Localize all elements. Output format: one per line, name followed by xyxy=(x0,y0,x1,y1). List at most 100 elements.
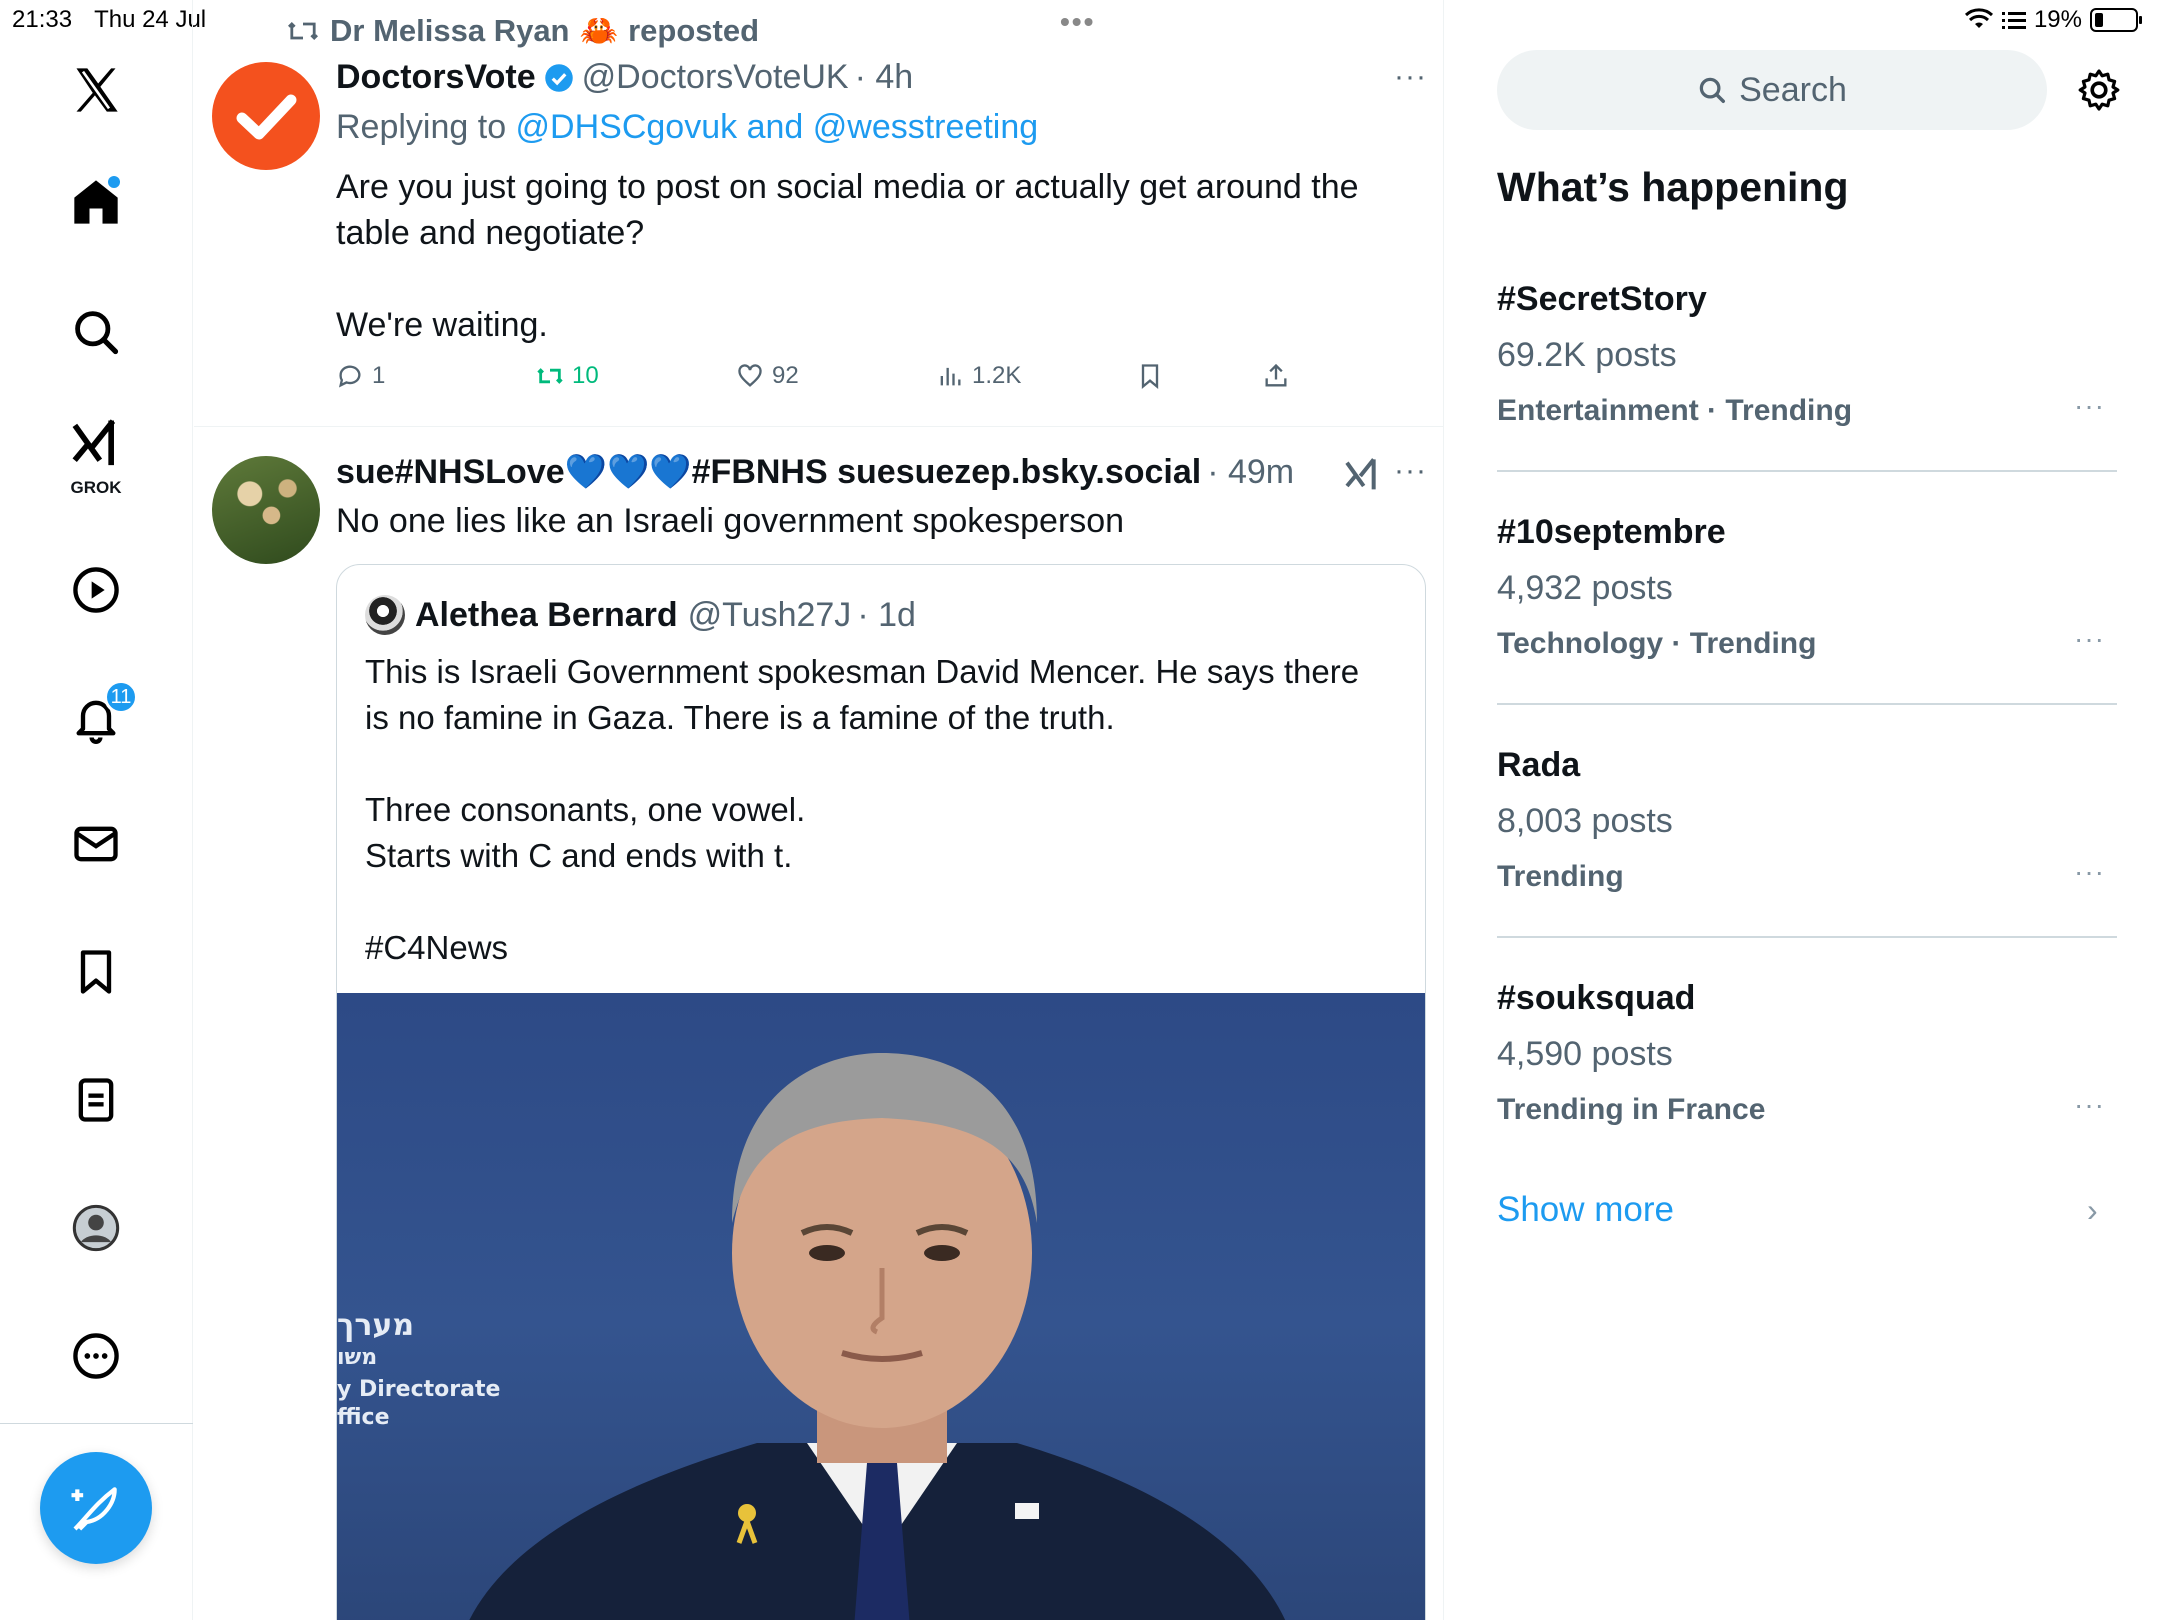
spokesman-photo xyxy=(469,1053,1286,1620)
explore-search-icon[interactable] xyxy=(60,296,132,368)
repost-action-icon xyxy=(537,368,563,384)
tweet1-author-name[interactable]: DoctorsVote xyxy=(336,58,536,97)
trend-divider xyxy=(1497,936,2117,938)
verified-badge-icon xyxy=(544,63,573,92)
settings-gear-icon[interactable] xyxy=(2075,66,2123,114)
trend-item[interactable]: #souksquad 4,590 posts Trending in Franc… xyxy=(1497,979,2117,1159)
replying-to-line: Replying to @DHSCgovuk and @wesstreeting xyxy=(336,108,1038,147)
home-icon[interactable] xyxy=(60,166,132,238)
trend-more-button[interactable]: ··· xyxy=(2074,390,2105,422)
trend-item[interactable]: Rada 8,003 posts Trending ··· xyxy=(1497,746,2117,940)
home-unread-dot xyxy=(108,176,120,188)
bookmark-button[interactable] xyxy=(1136,362,1164,390)
x-logo-icon[interactable] xyxy=(60,54,132,126)
backdrop-line-2: משו xyxy=(337,1345,378,1370)
like-button[interactable]: 92 xyxy=(736,362,799,390)
quote-handle[interactable]: @Tush27J xyxy=(688,596,852,635)
quote-time[interactable]: · 1d xyxy=(857,596,916,635)
crab-emoji: 🦀 xyxy=(579,13,619,48)
repost-count: 10 xyxy=(572,362,599,389)
trend-count: 4,932 posts xyxy=(1497,569,1673,607)
tweet1-actions: 1 10 92 1.2K xyxy=(336,362,1287,402)
repost-context[interactable]: Dr Melissa Ryan 🦀 reposted xyxy=(286,12,759,49)
quote-text: This is Israeli Government spokesman Dav… xyxy=(365,653,1360,966)
quote-author-name[interactable]: Alethea Bernard xyxy=(415,596,678,635)
reply-count: 1 xyxy=(372,362,386,389)
right-sidebar: Search What’s happening #SecretStory 69.… xyxy=(1445,0,2160,1620)
tweet2-time[interactable]: · 49m xyxy=(1207,453,1294,492)
trend-more-button[interactable]: ··· xyxy=(2074,856,2105,888)
quote-media-image[interactable]: מערך משו y Directorate ffice xyxy=(337,993,1425,1620)
tweet1-time[interactable]: · 4h xyxy=(855,58,914,97)
tweet1-more-button[interactable]: ··· xyxy=(1394,60,1427,94)
trend-category: Trending in France xyxy=(1497,1093,1766,1126)
tweet2-author-name[interactable]: sue#NHSLove💙💙💙#FBNHS suesuezep.bsky.soci… xyxy=(336,452,1201,492)
show-more-link[interactable]: Show more xyxy=(1497,1190,1674,1230)
tweet1-header: DoctorsVote @DoctorsVoteUK · 4h xyxy=(336,58,913,97)
quoted-tweet[interactable]: Alethea Bernard @Tush27J · 1d This is Is… xyxy=(336,564,1426,1620)
backdrop-line-1: מערך xyxy=(337,1308,415,1343)
search-placeholder: Search xyxy=(1739,70,1847,109)
trend-item[interactable]: #SecretStory 69.2K posts Entertainment ·… xyxy=(1497,280,2117,474)
trend-title: #10septembre xyxy=(1497,513,1726,551)
tweet1-handle[interactable]: @DoctorsVoteUK xyxy=(582,58,849,97)
trend-divider xyxy=(1497,470,2117,472)
bookmarks-icon[interactable] xyxy=(60,936,132,1008)
share-button[interactable] xyxy=(1262,362,1290,390)
backdrop-line-3: y Directorate xyxy=(337,1377,501,1402)
grok-label: GROK xyxy=(70,478,122,497)
video-play-icon[interactable] xyxy=(60,554,132,626)
backdrop-line-4: ffice xyxy=(337,1405,390,1430)
quote-header: Alethea Bernard @Tush27J · 1d xyxy=(365,595,916,635)
views-button[interactable]: 1.2K xyxy=(936,362,1021,390)
timeline: Dr Melissa Ryan 🦀 reposted DoctorsVote @… xyxy=(194,0,1444,1620)
repost-button[interactable]: 10 xyxy=(536,362,599,390)
search-icon xyxy=(1699,77,1726,103)
repost-icon xyxy=(288,21,318,40)
trend-title: #SecretStory xyxy=(1497,280,1707,318)
compose-feather-icon xyxy=(71,1487,117,1531)
trend-category: Trending xyxy=(1497,860,1624,893)
replying-prefix: Replying to xyxy=(336,108,516,146)
sue-avatar[interactable] xyxy=(212,456,320,564)
trend-item[interactable]: #10septembre 4,932 posts Technology · Tr… xyxy=(1497,513,2117,707)
trend-title: Rada xyxy=(1497,746,1581,784)
reply-button[interactable]: 1 xyxy=(336,362,385,390)
trend-divider xyxy=(1497,703,2117,705)
doctorsvote-avatar[interactable] xyxy=(212,62,320,170)
reposted-by: Dr Melissa Ryan xyxy=(330,12,570,48)
quote-avatar[interactable] xyxy=(365,595,405,635)
tweet-divider xyxy=(194,426,1443,427)
trend-count: 8,003 posts xyxy=(1497,802,1673,840)
trend-category: Technology · Trending xyxy=(1497,627,1817,660)
notifications-bell-icon[interactable]: 11 xyxy=(60,680,138,754)
tweet2-header: sue#NHSLove💙💙💙#FBNHS suesuezep.bsky.soci… xyxy=(336,452,1294,492)
trend-more-button[interactable]: ··· xyxy=(2074,623,2105,655)
messages-envelope-icon[interactable] xyxy=(60,808,132,880)
profile-avatar-icon[interactable] xyxy=(60,1192,132,1264)
grok-icon[interactable]: GROK xyxy=(60,419,132,497)
heart-icon xyxy=(738,364,762,387)
notifications-badge: 11 xyxy=(104,680,138,714)
lists-icon[interactable] xyxy=(60,1064,132,1136)
trend-count: 4,590 posts xyxy=(1497,1035,1673,1073)
trend-category: Entertainment · Trending xyxy=(1497,394,1853,427)
replying-to-link[interactable]: @DHSCgovuk and @wesstreeting xyxy=(516,108,1039,146)
compose-post-button[interactable] xyxy=(40,1452,152,1564)
trend-title: #souksquad xyxy=(1497,979,1696,1017)
grok-explain-icon[interactable] xyxy=(1342,456,1382,496)
search-input[interactable]: Search xyxy=(1497,50,2047,130)
share-icon xyxy=(1265,363,1287,387)
whats-happening-title: What’s happening xyxy=(1497,164,1849,210)
tweet2-more-button[interactable]: ··· xyxy=(1394,454,1427,488)
reply-icon xyxy=(338,365,361,388)
trend-more-button[interactable]: ··· xyxy=(2074,1089,2105,1121)
reposted-label: reposted xyxy=(628,12,760,48)
tweet2-text: No one lies like an Israeli government s… xyxy=(336,502,1125,540)
views-count: 1.2K xyxy=(972,362,1022,389)
tweet1-text: Are you just going to post on social med… xyxy=(336,168,1359,344)
like-count: 92 xyxy=(772,362,799,389)
bookmark-icon xyxy=(1141,364,1159,389)
more-options-icon[interactable] xyxy=(60,1320,132,1392)
chevron-right-icon[interactable]: › xyxy=(2087,1192,2098,1229)
